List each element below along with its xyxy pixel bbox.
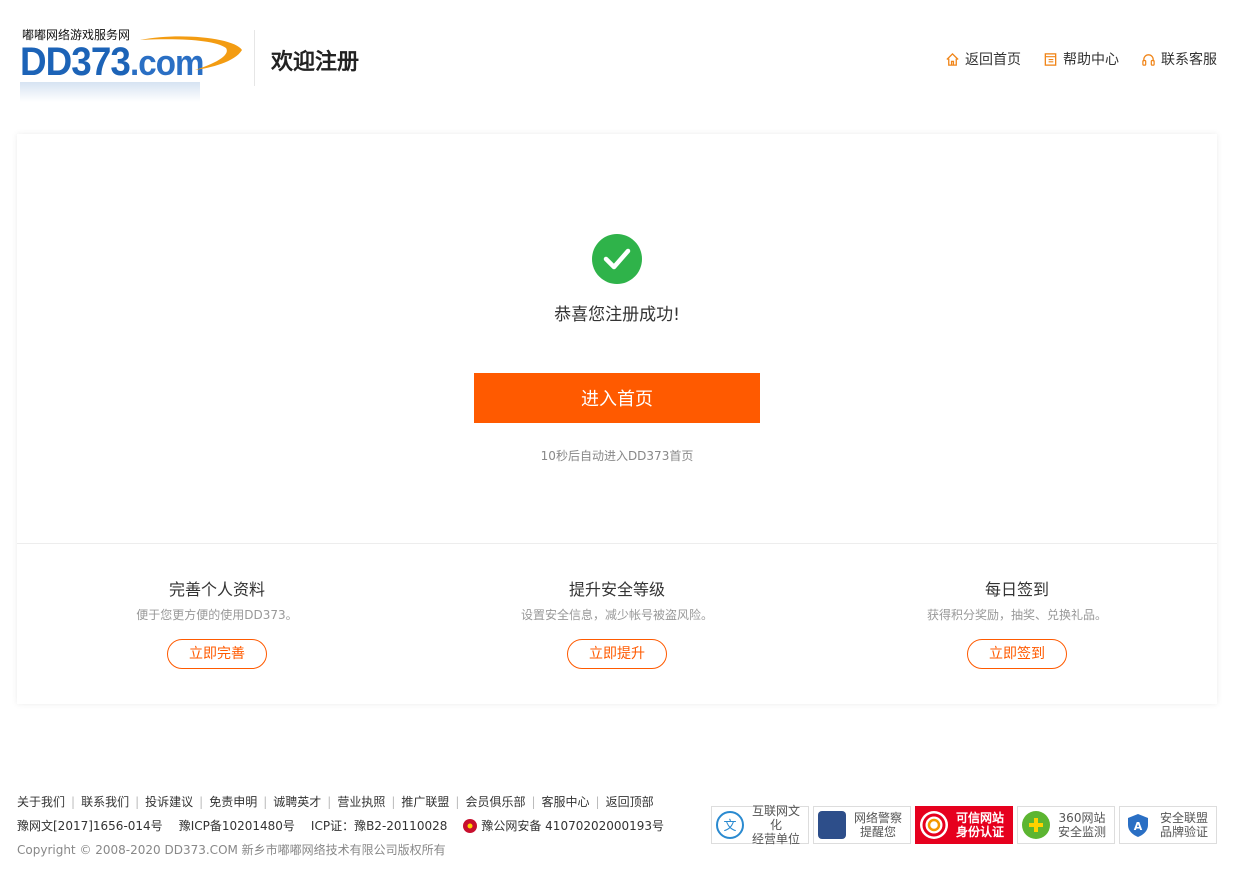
complete-profile-button[interactable]: 立即完善 bbox=[167, 639, 267, 669]
footer-link-license[interactable]: 营业执照 bbox=[337, 793, 385, 810]
feature-profile-title: 完善个人资料 bbox=[168, 580, 265, 599]
badge-security-alliance-text: 安全联盟 品牌验证 bbox=[1159, 811, 1208, 839]
nav-service-label: 联系客服 bbox=[1161, 52, 1217, 68]
police-emblem-icon bbox=[463, 818, 478, 833]
police-icon bbox=[818, 811, 846, 839]
trust-icon bbox=[920, 811, 948, 839]
badge-trusted-site[interactable]: 可信网站 身份认证 bbox=[915, 806, 1013, 844]
trust-badges: 文 互联网文化 经营单位 网络警察 提醒您 可信网站 身份认证 360网站 安全… bbox=[711, 804, 1217, 846]
footer-link-complaint[interactable]: 投诉建议 bbox=[145, 793, 193, 810]
success-message: 恭喜您注册成功! bbox=[554, 305, 680, 325]
feature-checkin-desc: 获得积分奖励，抽奖、兑换礼品。 bbox=[926, 608, 1107, 622]
badge-security-alliance[interactable]: A 安全联盟 品牌验证 bbox=[1119, 806, 1217, 844]
feature-security-title: 提升安全等级 bbox=[568, 580, 665, 599]
shield-icon: A bbox=[1124, 811, 1152, 839]
360-icon bbox=[1022, 811, 1050, 839]
nav-help[interactable]: 帮助中心 bbox=[1043, 49, 1119, 69]
card-divider bbox=[17, 543, 1217, 544]
nav-service[interactable]: 联系客服 bbox=[1141, 49, 1217, 69]
enter-homepage-button[interactable]: 进入首页 bbox=[474, 373, 760, 423]
footer-link-careers[interactable]: 诚聘英才 bbox=[273, 793, 321, 810]
logo[interactable]: 嘟嘟网络游戏服务网 DD373.com bbox=[20, 24, 250, 104]
license-icp[interactable]: 豫ICP备10201480号 bbox=[179, 817, 295, 834]
upgrade-security-button[interactable]: 立即提升 bbox=[567, 639, 667, 669]
badge-culture-text: 互联网文化 经营单位 bbox=[751, 804, 800, 846]
badge-culture[interactable]: 文 互联网文化 经营单位 bbox=[711, 804, 809, 846]
success-check-icon bbox=[592, 234, 642, 284]
feature-security: 提升安全等级 设置安全信息，减少帐号被盗风险。 立即提升 bbox=[417, 576, 817, 669]
badge-360-text: 360网站 安全监测 bbox=[1057, 811, 1106, 839]
nav-home[interactable]: 返回首页 bbox=[945, 49, 1021, 69]
feature-checkin-title: 每日签到 bbox=[984, 580, 1049, 599]
nav-home-label: 返回首页 bbox=[965, 52, 1021, 68]
badge-360[interactable]: 360网站 安全监测 bbox=[1017, 806, 1115, 844]
feature-profile-desc: 便于您更方便的使用DD373。 bbox=[136, 608, 298, 622]
header-divider bbox=[254, 30, 255, 86]
footer-link-about[interactable]: 关于我们 bbox=[17, 793, 65, 810]
badge-trusted-site-text: 可信网站 身份认证 bbox=[955, 811, 1004, 839]
feature-checkin: 每日签到 获得积分奖励，抽奖、兑换礼品。 立即签到 bbox=[817, 576, 1217, 669]
headset-icon bbox=[1142, 53, 1155, 66]
logo-main-text: DD373 bbox=[20, 40, 131, 84]
license-police-text: 豫公网安备 41070202000193号 bbox=[481, 819, 665, 833]
success-card: 恭喜您注册成功! 进入首页 10秒后自动进入DD373首页 完善个人资料 便于您… bbox=[17, 134, 1217, 704]
license-police[interactable]: 豫公网安备 41070202000193号 bbox=[463, 817, 664, 834]
logo-swoosh-icon bbox=[140, 36, 242, 70]
feature-security-desc: 设置安全信息，减少帐号被盗风险。 bbox=[520, 608, 713, 622]
daily-checkin-button[interactable]: 立即签到 bbox=[967, 639, 1067, 669]
footer-link-disclaimer[interactable]: 免责申明 bbox=[209, 793, 257, 810]
header: 嘟嘟网络游戏服务网 DD373.com 欢迎注册 返回首页 帮助中心 联系客服 bbox=[0, 0, 1233, 115]
nav-help-label: 帮助中心 bbox=[1063, 52, 1119, 68]
license-icp-cert: ICP证：豫B2-20110028 bbox=[310, 819, 448, 833]
badge-police-text: 网络警察 提醒您 bbox=[853, 811, 902, 839]
culture-icon: 文 bbox=[716, 811, 744, 839]
footer-link-contact[interactable]: 联系我们 bbox=[81, 793, 129, 810]
footer-link-club[interactable]: 会员俱乐部 bbox=[465, 793, 525, 810]
footer-link-service[interactable]: 客服中心 bbox=[542, 793, 590, 810]
feature-profile: 完善个人资料 便于您更方便的使用DD373。 立即完善 bbox=[17, 576, 417, 669]
svg-text:文: 文 bbox=[723, 819, 736, 834]
svg-text:A: A bbox=[1134, 820, 1143, 833]
footer-link-top[interactable]: 返回顶部 bbox=[606, 793, 654, 810]
page-title: 欢迎注册 bbox=[271, 50, 360, 75]
license-culture: 豫网文[2017]1656-014号 bbox=[17, 819, 163, 833]
footer-link-affiliate[interactable]: 推广联盟 bbox=[401, 793, 449, 810]
home-icon bbox=[946, 52, 959, 66]
redirect-countdown: 10秒后自动进入DD373首页 bbox=[540, 449, 694, 463]
logo-reflection bbox=[20, 82, 200, 102]
book-icon bbox=[1044, 52, 1057, 66]
badge-police[interactable]: 网络警察 提醒您 bbox=[813, 806, 911, 844]
top-nav: 返回首页 帮助中心 联系客服 bbox=[945, 49, 1217, 69]
